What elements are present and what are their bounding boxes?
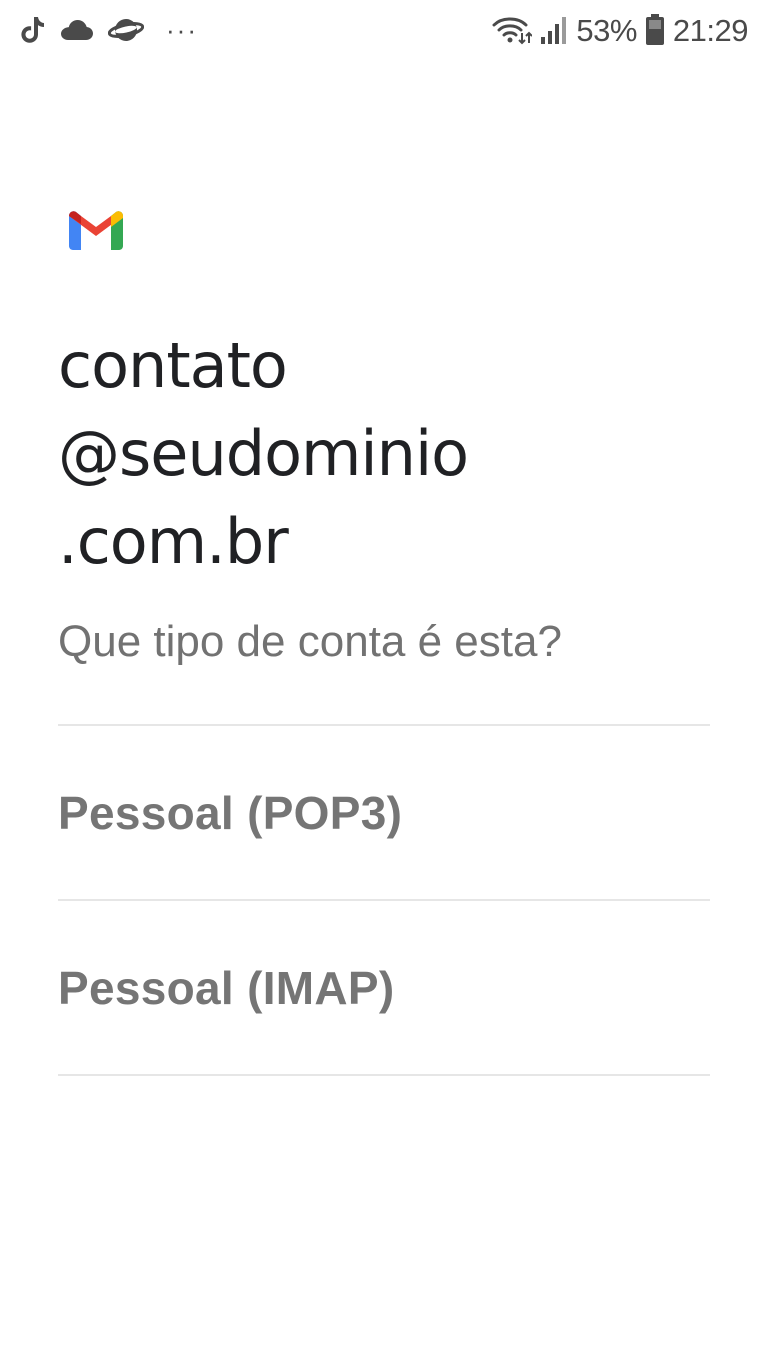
account-email-line: contato bbox=[58, 329, 288, 402]
more-notifications-icon: ··· bbox=[166, 15, 198, 45]
option-label: Pessoal (IMAP) bbox=[58, 961, 395, 1014]
battery-icon bbox=[645, 14, 664, 45]
notification-icons: ··· bbox=[20, 12, 198, 48]
status-bar: ··· 53% 21:29 bbox=[0, 0, 768, 60]
cloud-icon bbox=[61, 20, 93, 40]
option-imap[interactable]: Pessoal (IMAP) bbox=[58, 901, 710, 1076]
account-email-line: .com.br bbox=[58, 505, 289, 578]
account-email-line: @seudominio bbox=[58, 417, 469, 490]
account-type-options: Pessoal (POP3) Pessoal (IMAP) bbox=[58, 724, 710, 1076]
gmail-logo-icon bbox=[69, 211, 123, 250]
option-pop3[interactable]: Pessoal (POP3) bbox=[58, 726, 710, 901]
battery-percent: 53% bbox=[576, 12, 637, 48]
planet-icon bbox=[108, 19, 144, 41]
wifi-icon bbox=[492, 17, 533, 45]
account-email: contato @seudominio .com.br bbox=[58, 322, 718, 586]
option-label: Pessoal (POP3) bbox=[58, 786, 403, 839]
clock: 21:29 bbox=[672, 12, 749, 48]
tiktok-icon bbox=[21, 17, 44, 43]
system-status: 53% 21:29 bbox=[492, 10, 749, 50]
signal-icon bbox=[541, 17, 567, 44]
account-type-prompt: Que tipo de conta é esta? bbox=[58, 617, 562, 666]
